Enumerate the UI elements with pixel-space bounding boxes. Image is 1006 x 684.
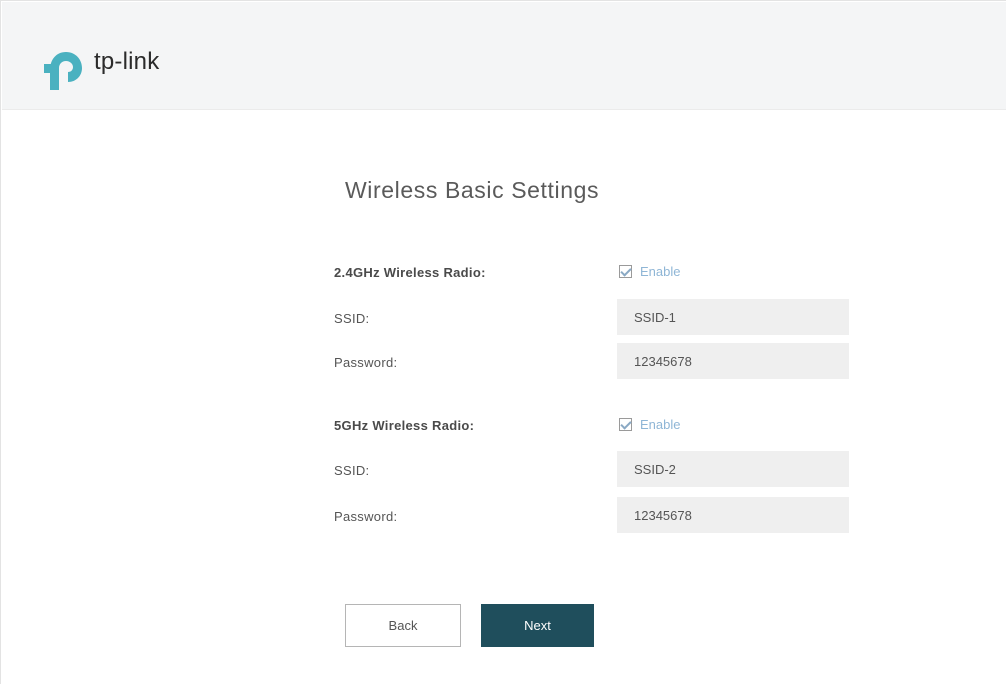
page-frame: tp-link Wireless Basic Settings 2.4GHz W… (0, 0, 1006, 684)
radio-5ghz-enable-toggle[interactable]: Enable (619, 417, 680, 432)
password-5ghz-input[interactable] (617, 497, 849, 533)
password-24ghz-input[interactable] (617, 343, 849, 379)
back-button[interactable]: Back (345, 604, 461, 647)
radio-5ghz-enable-label: Enable (640, 417, 681, 432)
brand-name: tp-link (94, 48, 160, 75)
header-bar: tp-link (2, 2, 1006, 110)
ssid-24ghz-label: SSID: (334, 311, 370, 326)
radio-24ghz-label: 2.4GHz Wireless Radio: (334, 265, 486, 280)
ssid-24ghz-input[interactable] (617, 299, 849, 335)
radio-24ghz-enable-label: Enable (640, 264, 681, 279)
password-5ghz-label: Password: (334, 509, 398, 524)
password-24ghz-label: Password: (334, 355, 398, 370)
ssid-5ghz-input[interactable] (617, 451, 849, 487)
radio-5ghz-enable-checkbox[interactable] (619, 418, 632, 431)
tp-link-logo-icon (44, 52, 82, 90)
radio-24ghz-enable-checkbox[interactable] (619, 265, 632, 278)
radio-5ghz-label: 5GHz Wireless Radio: (334, 418, 475, 433)
tp-link-logo: tp-link (42, 38, 159, 94)
next-button[interactable]: Next (481, 604, 594, 647)
radio-24ghz-enable-toggle[interactable]: Enable (619, 264, 680, 279)
page-title: Wireless Basic Settings (345, 177, 600, 203)
ssid-5ghz-label: SSID: (334, 463, 370, 478)
